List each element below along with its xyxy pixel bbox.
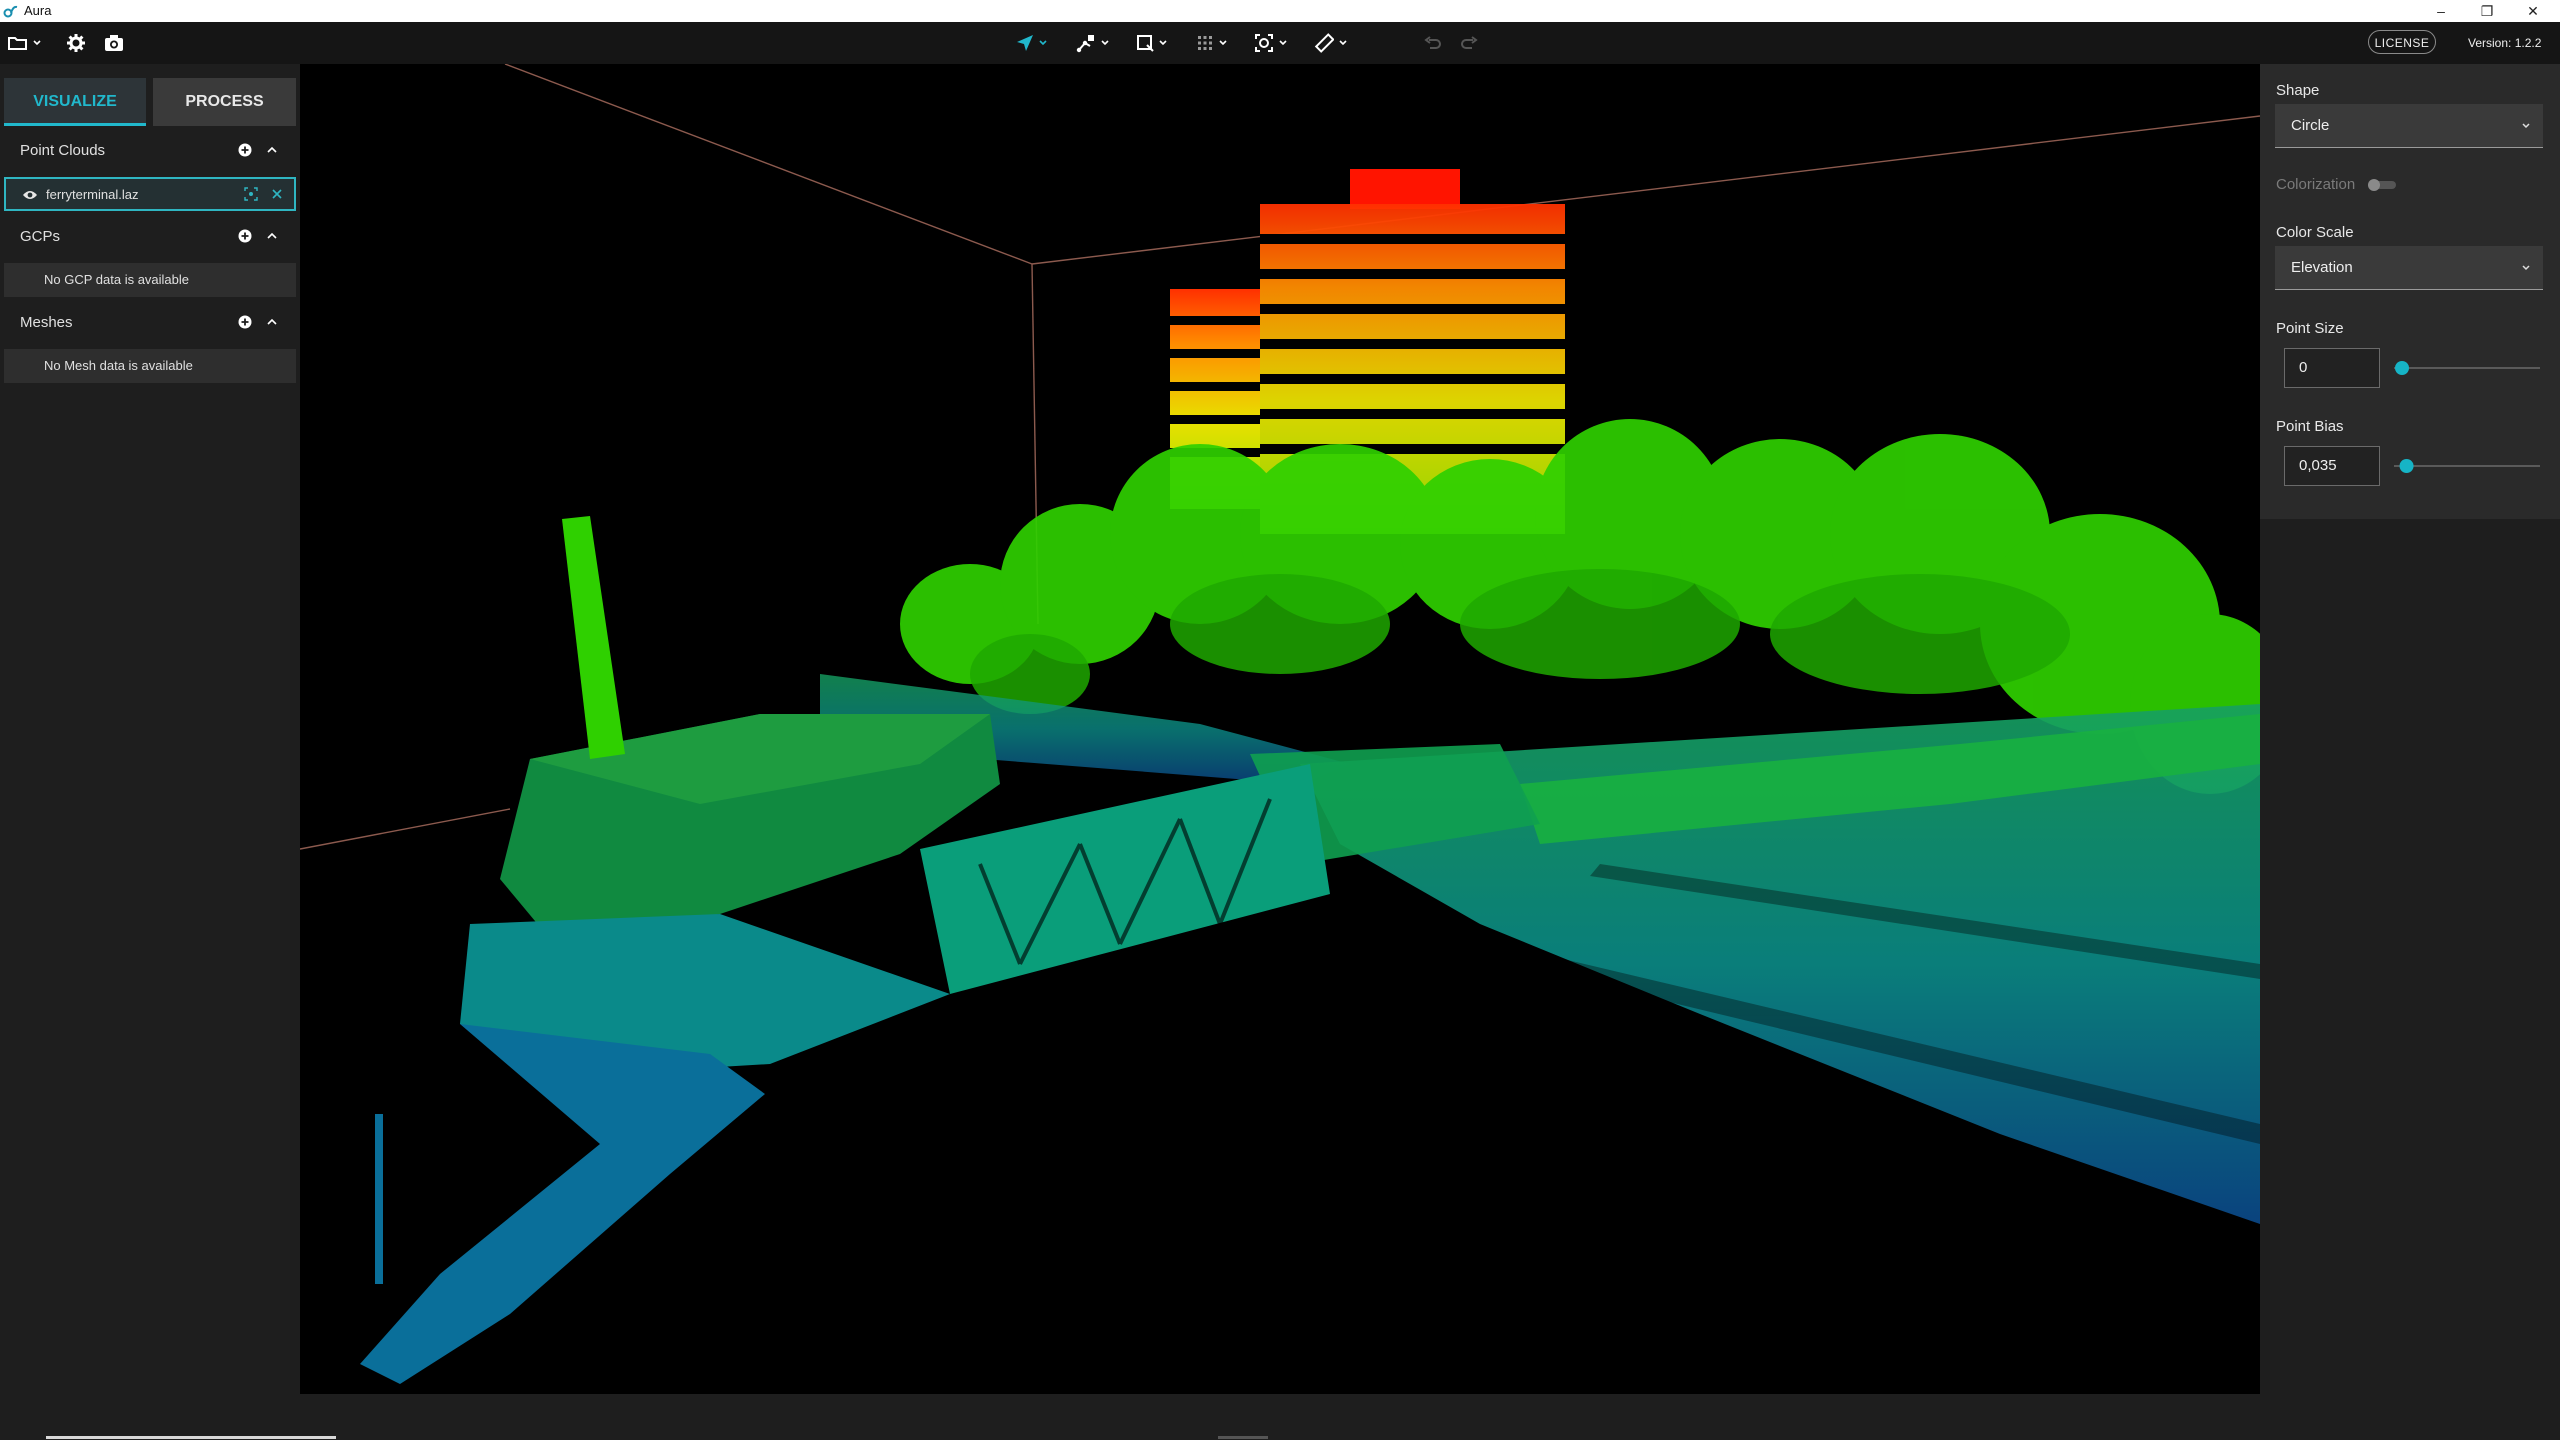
bottom-bar [0,1394,2560,1440]
point-bias-input[interactable]: 0,035 [2284,446,2380,486]
color-scale-select-value: Elevation [2291,259,2353,276]
redo-button[interactable] [1460,30,1478,56]
folder-icon [8,37,27,50]
colorization-label: Colorization [2276,176,2356,193]
point-pick-icon [1076,35,1094,53]
focus-target-icon[interactable] [244,187,258,201]
colorization-toggle[interactable] [2368,179,2396,191]
add-mesh-icon[interactable] [238,315,252,329]
point-cloud-render [300,64,2260,1384]
camera-icon [105,35,123,51]
settings-button[interactable] [66,30,86,56]
chevron-down-icon [1101,40,1109,46]
chevron-up-icon[interactable] [265,143,279,157]
close-window-button[interactable]: ✕ [2510,0,2556,22]
point-clouds-title: Point Clouds [20,142,106,159]
close-icon[interactable] [270,187,284,201]
bottom-handle[interactable] [1218,1436,1268,1439]
chevron-down-icon [1279,40,1287,46]
shape-select-value: Circle [2291,117,2330,134]
select-box-tool-button[interactable] [1136,30,1168,56]
color-scale-select[interactable]: Elevation [2275,246,2543,290]
chevron-down-icon [2522,265,2530,271]
chevron-down-icon [1339,40,1347,46]
chevron-down-icon [1039,40,1047,46]
grid-icon [1198,36,1212,50]
shape-select[interactable]: Circle [2275,104,2543,148]
meshes-section-header: Meshes [0,306,300,338]
chevron-up-icon[interactable] [265,315,279,329]
license-button[interactable]: LICENSE [2368,30,2436,54]
shape-label: Shape [2276,82,2320,99]
left-panel: VISUALIZE PROCESS Point Clouds ferryterm… [0,64,300,1394]
redo-icon [1461,36,1478,49]
gcps-title: GCPs [20,228,61,245]
point-cloud-viewport[interactable] [300,64,2260,1394]
gcps-empty-message: No GCP data is available [44,272,190,287]
point-size-label: Point Size [2276,320,2344,337]
eye-icon[interactable] [22,189,38,201]
window-title: Aura [24,3,52,18]
title-bar: Aura – ❐ ✕ [0,0,2560,22]
point-clouds-section-header: Point Clouds [0,134,300,166]
chevron-down-icon [1159,40,1167,46]
measure-tool-button[interactable] [1314,30,1348,56]
chevron-down-icon [1219,40,1227,46]
tab-visualize[interactable]: VISUALIZE [4,78,146,126]
undo-button[interactable] [1424,30,1442,56]
point-cloud-item[interactable]: ferryterminal.laz [4,177,296,211]
chevron-down-icon [33,40,41,46]
select-box-icon [1137,35,1154,52]
screenshot-button[interactable] [104,30,124,56]
version-label: Version: 1.2.2 [2468,36,2542,50]
right-panel: Shape Circle Colorization Color Scale El… [2260,64,2560,519]
bottom-scroll-indicator [46,1436,336,1439]
measure-icon [1314,33,1334,53]
add-point-cloud-icon[interactable] [238,143,252,157]
grid-tool-button[interactable] [1196,30,1228,56]
gear-icon [67,34,85,52]
navigate-tool-button[interactable] [1016,30,1048,56]
meshes-empty-message: No Mesh data is available [44,358,193,373]
gcps-section-header: GCPs [0,220,300,252]
meshes-title: Meshes [20,314,73,331]
scan-tool-button[interactable] [1254,30,1288,56]
add-gcp-icon[interactable] [238,229,252,243]
point-bias-label: Point Bias [2276,418,2344,435]
minimize-button[interactable]: – [2418,0,2464,22]
point-size-input[interactable]: 0 [2284,348,2380,388]
aura-logo-icon [3,5,18,18]
point-cloud-filename: ferryterminal.laz [46,187,139,202]
tab-process[interactable]: PROCESS [153,78,296,126]
gcps-empty-row: No GCP data is available [4,263,296,297]
file-menu-button[interactable] [8,30,42,56]
point-bias-slider[interactable] [2394,456,2540,476]
point-pick-tool-button[interactable] [1076,30,1110,56]
color-scale-label: Color Scale [2276,224,2354,241]
chevron-up-icon[interactable] [265,229,279,243]
maximize-button[interactable]: ❐ [2464,0,2510,22]
main-toolbar: LICENSE Version: 1.2.2 [0,22,2560,64]
point-size-slider[interactable] [2394,358,2540,378]
chevron-down-icon [2522,123,2530,129]
scan-icon [1255,34,1273,52]
navigate-icon [1017,35,1033,51]
undo-icon [1424,36,1441,49]
meshes-empty-row: No Mesh data is available [4,349,296,383]
